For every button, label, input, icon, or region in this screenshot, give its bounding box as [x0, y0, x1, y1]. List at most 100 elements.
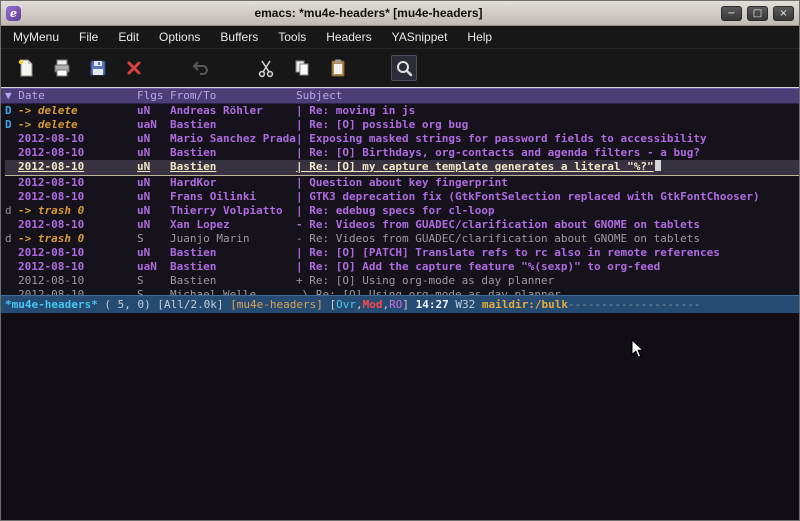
- menu-headers[interactable]: Headers: [316, 26, 381, 48]
- message-date: 2012-08-10: [18, 260, 137, 274]
- buffer[interactable]: D -> delete uN Andreas Röhler | Re: movi…: [1, 104, 799, 295]
- save-button[interactable]: [85, 55, 111, 81]
- message-subject: | Exposing masked strings for password f…: [296, 132, 707, 146]
- message-flags: S: [137, 274, 170, 288]
- mark-prefix: [5, 146, 18, 160]
- modeline-segment: RO: [389, 298, 402, 311]
- modeline-segment: ( 5, 0): [98, 298, 158, 311]
- minibuffer[interactable]: [1, 313, 799, 520]
- message-subject: + Re: [O] Using org-mode as day planner: [296, 274, 554, 288]
- mark-prefix: D: [5, 118, 18, 132]
- close-buffer-button[interactable]: [121, 55, 147, 81]
- print-icon: [52, 58, 72, 78]
- window-title: emacs: *mu4e-headers* [mu4e-headers]: [21, 6, 716, 20]
- menu-yasnippet[interactable]: YASnippet: [382, 26, 458, 48]
- mark-prefix: [5, 218, 18, 232]
- message-row[interactable]: D -> delete uN Andreas Röhler | Re: movi…: [5, 104, 799, 118]
- message-flags: S: [137, 288, 170, 295]
- message-row[interactable]: d -> trash 0 uN Thierry Volpiatto | Re: …: [5, 204, 799, 218]
- column-header-from[interactable]: From/To: [170, 89, 296, 103]
- message-flags: uaN: [137, 118, 170, 132]
- message-from: Bastien: [170, 160, 296, 175]
- message-date: 2012-08-10: [18, 146, 137, 160]
- emacs-window: e emacs: *mu4e-headers* [mu4e-headers] −…: [0, 0, 800, 521]
- message-subject: - Re: Videos from GUADEC/clarification a…: [296, 232, 700, 246]
- message-date: 2012-08-10: [18, 274, 137, 288]
- message-subject: - Re: Videos from GUADEC/clarification a…: [296, 218, 700, 232]
- message-row[interactable]: 2012-08-10 S Bastien + Re: [O] Using org…: [5, 274, 799, 288]
- cut-button[interactable]: [253, 55, 279, 81]
- column-header-flags[interactable]: Flgs: [137, 89, 170, 103]
- undo-button[interactable]: [187, 55, 213, 81]
- search-button[interactable]: [391, 55, 417, 81]
- message-date: -> trash 0: [18, 232, 137, 246]
- message-row[interactable]: 2012-08-10 uN Frans Oilinki | GTK3 depre…: [5, 190, 799, 204]
- close-icon: [124, 58, 144, 78]
- emacs-app-icon: e: [6, 6, 21, 21]
- modeline-segment: 14:27: [416, 298, 449, 311]
- message-flags: uN: [137, 204, 170, 218]
- message-date: -> trash 0: [18, 204, 137, 218]
- menu-help[interactable]: Help: [457, 26, 502, 48]
- mark-prefix: [5, 260, 18, 274]
- message-row[interactable]: 2012-08-10 uN Xan Lopez - Re: Videos fro…: [5, 218, 799, 232]
- message-row[interactable]: 2012-08-10 uaN Bastien | Re: [O] Add the…: [5, 260, 799, 274]
- title-bar[interactable]: e emacs: *mu4e-headers* [mu4e-headers] −…: [1, 1, 799, 26]
- maximize-window-button[interactable]: □: [747, 6, 768, 21]
- tool-bar: [1, 49, 799, 88]
- message-from: Michael Welle: [170, 288, 296, 295]
- message-flags: uN: [137, 190, 170, 204]
- cut-icon: [256, 58, 276, 78]
- mark-prefix: [5, 288, 18, 295]
- message-row[interactable]: 2012-08-10 uN Bastien | Re: [O] [PATCH] …: [5, 246, 799, 260]
- message-subject: | Re: moving in js: [296, 104, 415, 118]
- save-icon: [88, 58, 108, 78]
- menu-tools[interactable]: Tools: [268, 26, 316, 48]
- message-flags: uaN: [137, 260, 170, 274]
- message-row[interactable]: d -> trash 0 S Juanjo Marin - Re: Videos…: [5, 232, 799, 246]
- column-header-subject[interactable]: Subject: [296, 89, 799, 103]
- mark-prefix: [5, 190, 18, 204]
- message-date: -> delete: [18, 104, 137, 118]
- paste-icon: [328, 58, 348, 78]
- message-from: Frans Oilinki: [170, 190, 296, 204]
- menu-edit[interactable]: Edit: [108, 26, 149, 48]
- minimize-window-button[interactable]: −: [721, 6, 742, 21]
- message-row[interactable]: 2012-08-10 uN HardKor | Question about k…: [5, 176, 799, 190]
- menu-options[interactable]: Options: [149, 26, 210, 48]
- message-row[interactable]: 2012-08-10 uN Mario Sanchez Prada | Expo…: [5, 132, 799, 146]
- mark-prefix: [5, 246, 18, 260]
- message-from: Bastien: [170, 260, 296, 274]
- close-window-button[interactable]: ×: [773, 6, 794, 21]
- message-date: 2012-08-10: [18, 160, 137, 175]
- copy-button[interactable]: [289, 55, 315, 81]
- mark-prefix: d: [5, 204, 18, 218]
- header-line: ▼ Date Flgs From/To Subject: [1, 88, 799, 104]
- message-flags: S: [137, 232, 170, 246]
- menu-file[interactable]: File: [69, 26, 108, 48]
- paste-button[interactable]: [325, 55, 351, 81]
- column-header-date[interactable]: ▼ Date: [5, 89, 137, 103]
- message-date: 2012-08-10: [18, 246, 137, 260]
- new-file-icon: [16, 58, 36, 78]
- message-flags: uN: [137, 246, 170, 260]
- message-subject: | Re: edebug specs for cl-loop: [296, 204, 495, 218]
- message-from: Xan Lopez: [170, 218, 296, 232]
- message-row[interactable]: 2012-08-10 S Michael Welle \ Re: [O] Usi…: [5, 288, 799, 295]
- mark-prefix: [5, 274, 18, 288]
- message-date: 2012-08-10: [18, 132, 137, 146]
- message-subject: | Re: [O] my capture template generates …: [296, 160, 661, 175]
- message-flags: uN: [137, 132, 170, 146]
- menu-mymenu[interactable]: MyMenu: [3, 26, 69, 48]
- search-icon: [394, 58, 414, 78]
- new-file-button[interactable]: [13, 55, 39, 81]
- menu-buffers[interactable]: Buffers: [210, 26, 268, 48]
- message-flags: uN: [137, 104, 170, 118]
- print-button[interactable]: [49, 55, 75, 81]
- message-row[interactable]: D -> delete uaN Bastien | Re: [O] possib…: [5, 118, 799, 132]
- message-row[interactable]: 2012-08-10 uN Bastien | Re: [O] my captu…: [5, 160, 799, 176]
- message-from: Andreas Röhler: [170, 104, 296, 118]
- message-from: Juanjo Marin: [170, 232, 296, 246]
- message-row[interactable]: 2012-08-10 uN Bastien | Re: [O] Birthday…: [5, 146, 799, 160]
- message-subject: | Re: [O] [PATCH] Translate refs to rc a…: [296, 246, 720, 260]
